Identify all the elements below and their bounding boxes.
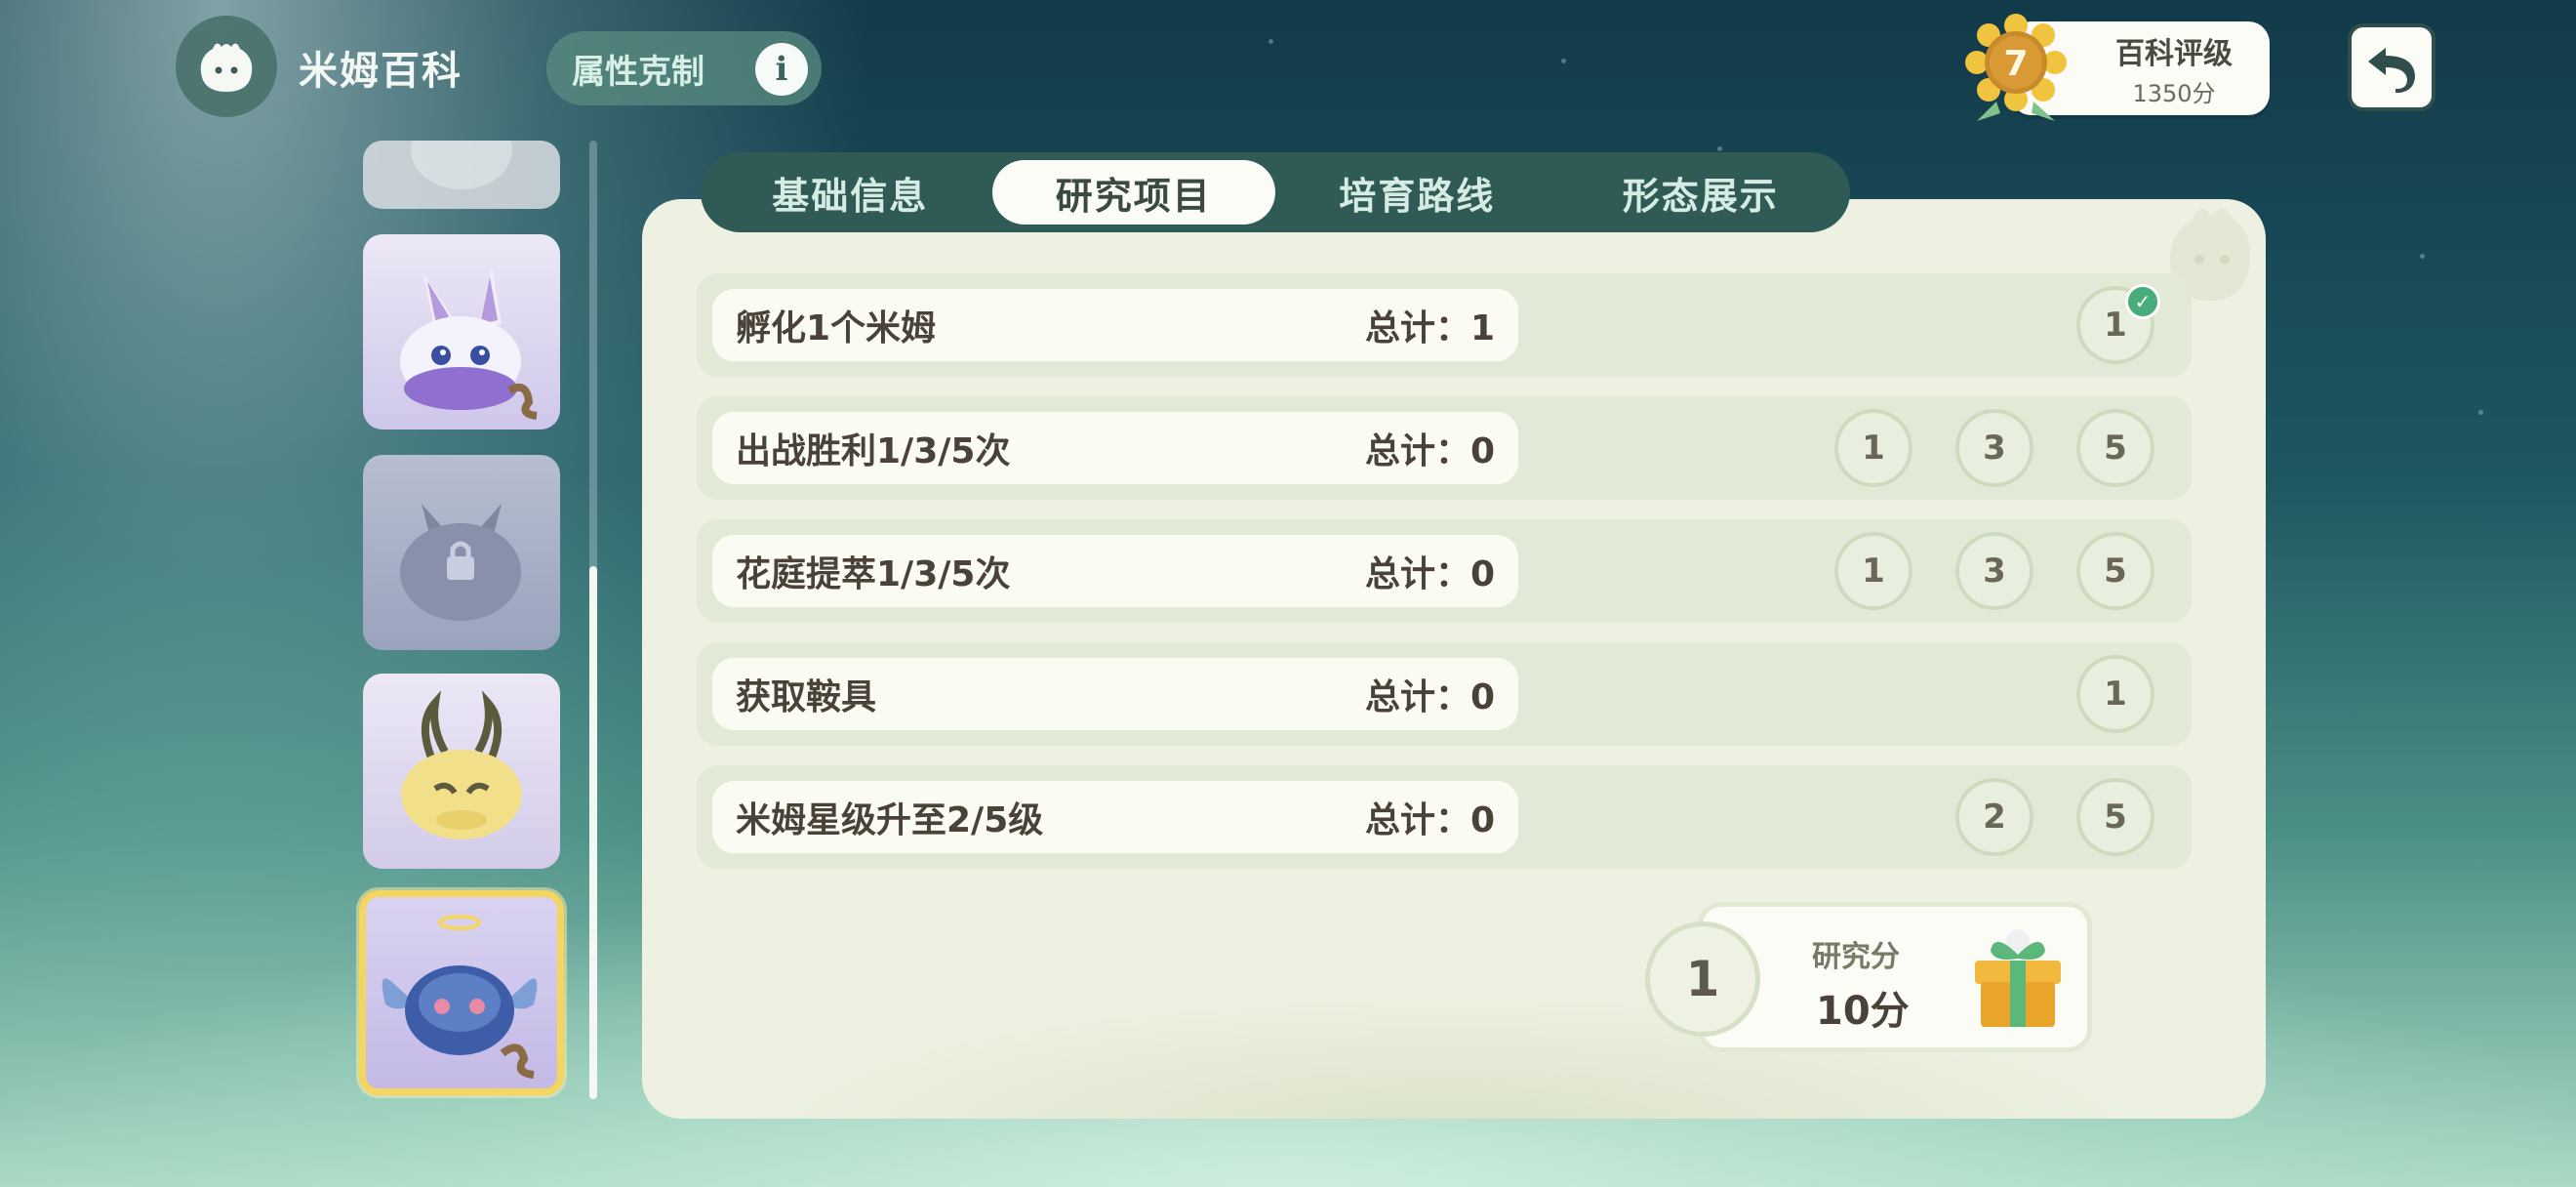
creature-slot[interactable] xyxy=(363,141,560,209)
back-arrow-icon xyxy=(2368,48,2415,93)
reward-label: 研究分 xyxy=(1812,940,1900,974)
mim-head-icon xyxy=(200,43,253,92)
rating-score: 1350分 xyxy=(2132,79,2216,107)
research-row: 花庭提萃1/3/5次 总计：0 1 3 5 xyxy=(697,519,2192,623)
list-scrollbar-thumb[interactable] xyxy=(589,566,597,1099)
creature-slot[interactable] xyxy=(363,674,560,869)
info-icon[interactable]: i xyxy=(755,43,808,96)
star xyxy=(2478,410,2483,415)
milestone-reward[interactable]: 1 ✓ xyxy=(2076,284,2160,364)
creature-slot-locked[interactable] xyxy=(363,455,560,650)
research-total: 总计：0 xyxy=(1364,431,1495,471)
app-home-button[interactable] xyxy=(176,16,277,117)
milestone-value: 1 xyxy=(2104,306,2127,345)
tab-form-display[interactable]: 形态展示 xyxy=(1559,160,1843,225)
research-name: 获取鞍具 xyxy=(736,677,877,717)
research-name: 花庭提萃1/3/5次 xyxy=(736,554,1011,594)
milestone-reward[interactable]: 3 xyxy=(1955,409,2033,487)
milestone-reward[interactable]: 5 xyxy=(2076,778,2154,856)
tab-bar: 基础信息 研究项目 培育路线 形态展示 xyxy=(701,152,1850,232)
research-name: 孵化1个米姆 xyxy=(736,308,937,348)
research-name: 米姆星级升至2/5级 xyxy=(736,800,1044,840)
tab-breeding-route[interactable]: 培育路线 xyxy=(1275,160,1559,225)
app-title: 米姆百科 xyxy=(299,49,463,94)
milestone-reward[interactable]: 5 xyxy=(2076,409,2154,487)
research-row-label: 出战胜利1/3/5次 总计：0 xyxy=(712,412,1518,484)
star xyxy=(1717,146,1722,151)
star xyxy=(1561,59,1566,63)
research-row: 出战胜利1/3/5次 总计：0 1 3 5 xyxy=(697,396,2192,500)
back-button[interactable] xyxy=(2348,23,2435,111)
creature-slot-selected[interactable] xyxy=(359,890,564,1095)
research-total: 总计：0 xyxy=(1364,800,1495,840)
lock-icon xyxy=(447,556,474,580)
star xyxy=(1268,39,1273,44)
creature-avatar-silhouette xyxy=(400,504,521,621)
creature-avatar xyxy=(400,267,538,420)
research-row-label: 获取鞍具 总计：0 xyxy=(712,658,1518,730)
attribute-counter-button[interactable]: 属性克制 i xyxy=(546,31,822,105)
milestone-reward[interactable]: 5 xyxy=(2076,532,2154,610)
tab-basic-info[interactable]: 基础信息 xyxy=(708,160,992,225)
research-row-label: 孵化1个米姆 总计：1 xyxy=(712,289,1518,361)
star xyxy=(2420,254,2425,259)
milestone-reward[interactable]: 1 xyxy=(2076,655,2154,733)
research-total: 总计：1 xyxy=(1364,308,1495,348)
sunflower-level-badge: 7 xyxy=(1965,14,2067,121)
attribute-counter-label: 属性克制 xyxy=(572,52,704,92)
reward-value: 10分 xyxy=(1816,989,1910,1034)
research-row: 获取鞍具 总计：0 1 xyxy=(697,642,2192,746)
rating-title: 百科评级 xyxy=(2115,36,2233,71)
research-row: 孵化1个米姆 总计：1 1 ✓ xyxy=(697,273,2192,377)
research-row-label: 花庭提萃1/3/5次 总计：0 xyxy=(712,535,1518,607)
gift-box-icon[interactable] xyxy=(1965,921,2071,1031)
creature-avatar xyxy=(382,915,538,1079)
milestone-reward[interactable]: 2 xyxy=(1955,778,2033,856)
tab-research-projects[interactable]: 研究项目 xyxy=(991,160,1275,225)
creature-avatar xyxy=(401,690,522,839)
reward-level-badge: 1 xyxy=(1645,921,1760,1037)
creature-slot[interactable] xyxy=(363,234,560,430)
creature-avatar xyxy=(411,141,512,189)
research-row: 米姆星级升至2/5级 总计：0 2 5 xyxy=(697,765,2192,869)
milestone-reward[interactable]: 1 xyxy=(1834,532,1912,610)
milestone-reward[interactable]: 3 xyxy=(1955,532,2033,610)
research-name: 出战胜利1/3/5次 xyxy=(736,431,1011,471)
research-total: 总计：0 xyxy=(1364,677,1495,717)
research-row-label: 米姆星级升至2/5级 总计：0 xyxy=(712,781,1518,853)
milestone-reward[interactable]: 1 xyxy=(1834,409,1912,487)
check-icon: ✓ xyxy=(2125,284,2160,319)
rating-level: 7 xyxy=(2003,44,2028,84)
research-total: 总计：0 xyxy=(1364,554,1495,594)
